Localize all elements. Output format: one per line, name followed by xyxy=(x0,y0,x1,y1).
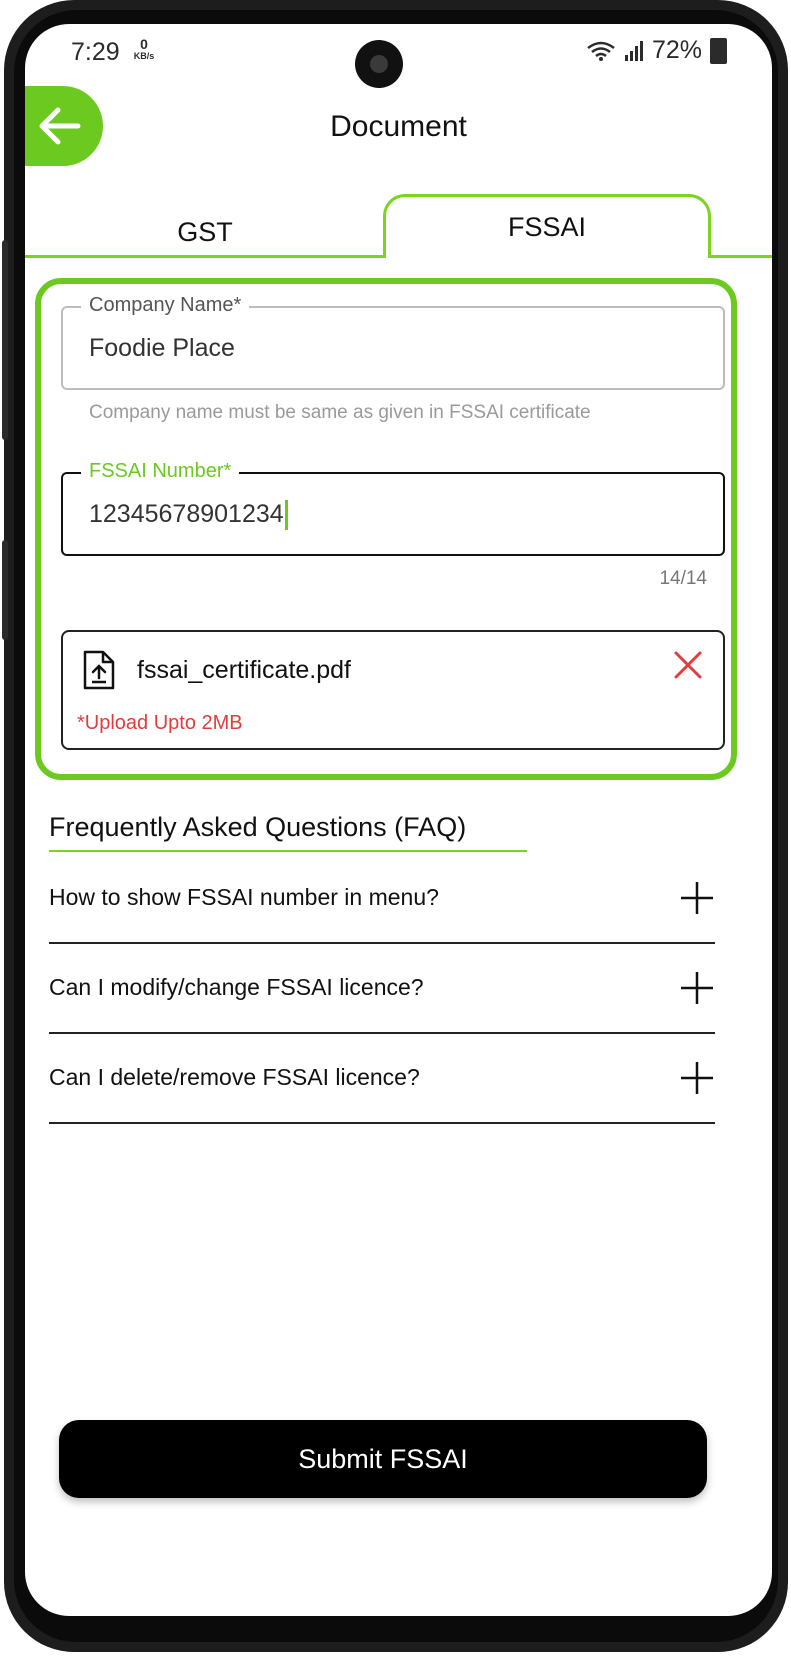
tab-fssai[interactable]: FSSAI xyxy=(383,194,711,258)
screen: 7:29 0 KB/s 72% Document GST FSSAI Compa… xyxy=(25,24,772,1616)
plus-icon[interactable] xyxy=(679,1060,715,1096)
fssai-number-label: FSSAI Number* xyxy=(81,460,240,483)
tab-gst[interactable]: GST xyxy=(25,200,385,264)
company-name-value: Foodie Place xyxy=(89,334,235,362)
tab-underline-right xyxy=(705,255,772,258)
volume-button xyxy=(2,240,8,440)
plus-icon[interactable] xyxy=(679,880,715,916)
company-name-helper: Company name must be same as given in FS… xyxy=(89,402,591,423)
faq-question: How to show FSSAI number in menu? xyxy=(49,884,439,910)
status-right: 72% xyxy=(586,36,727,65)
character-counter: 14/14 xyxy=(659,568,707,589)
close-icon[interactable] xyxy=(673,650,703,680)
uploaded-file-name: fssai_certificate.pdf xyxy=(137,656,351,684)
battery-icon xyxy=(710,37,727,64)
faq-item[interactable]: Can I delete/remove FSSAI licence? xyxy=(49,1034,715,1124)
faq-title: Frequently Asked Questions (FAQ) xyxy=(49,812,467,842)
front-camera xyxy=(355,40,403,88)
faq-item[interactable]: How to show FSSAI number in menu? xyxy=(49,854,715,944)
status-time: 7:29 xyxy=(71,38,120,66)
page-title: Document xyxy=(330,110,467,143)
faq-underline xyxy=(49,850,527,852)
status-bar: 7:29 0 KB/s 72% xyxy=(25,24,772,88)
faq-question: Can I delete/remove FSSAI licence? xyxy=(49,1064,420,1090)
text-caret xyxy=(284,500,288,531)
battery-percent: 72% xyxy=(651,36,702,64)
fssai-number-input: 12345678901234 xyxy=(89,500,288,531)
file-upload-box[interactable]: fssai_certificate.pdf *Upload Upto 2MB xyxy=(61,630,725,750)
faq-item[interactable]: Can I modify/change FSSAI licence? xyxy=(49,944,715,1034)
plus-icon[interactable] xyxy=(679,970,715,1006)
upload-size-note: *Upload Upto 2MB xyxy=(77,712,243,734)
faq-question: Can I modify/change FSSAI licence? xyxy=(49,974,424,1000)
power-button xyxy=(2,540,8,640)
network-speed: 0 KB/s xyxy=(129,37,159,62)
signal-icon xyxy=(624,40,643,61)
fssai-number-value: 12345678901234 xyxy=(89,500,284,528)
company-name-label: Company Name* xyxy=(81,294,250,317)
file-upload-icon[interactable] xyxy=(79,648,119,692)
submit-fssai-button[interactable]: Submit FSSAI xyxy=(59,1420,707,1498)
wifi-icon xyxy=(587,41,615,61)
company-name-field[interactable]: Company Name* Foodie Place xyxy=(61,294,725,390)
fssai-number-field[interactable]: FSSAI Number* 12345678901234 xyxy=(61,460,725,556)
network-speed-unit: KB/s xyxy=(133,51,155,61)
fssai-form-card: Company Name* Foodie Place Company name … xyxy=(35,278,737,780)
